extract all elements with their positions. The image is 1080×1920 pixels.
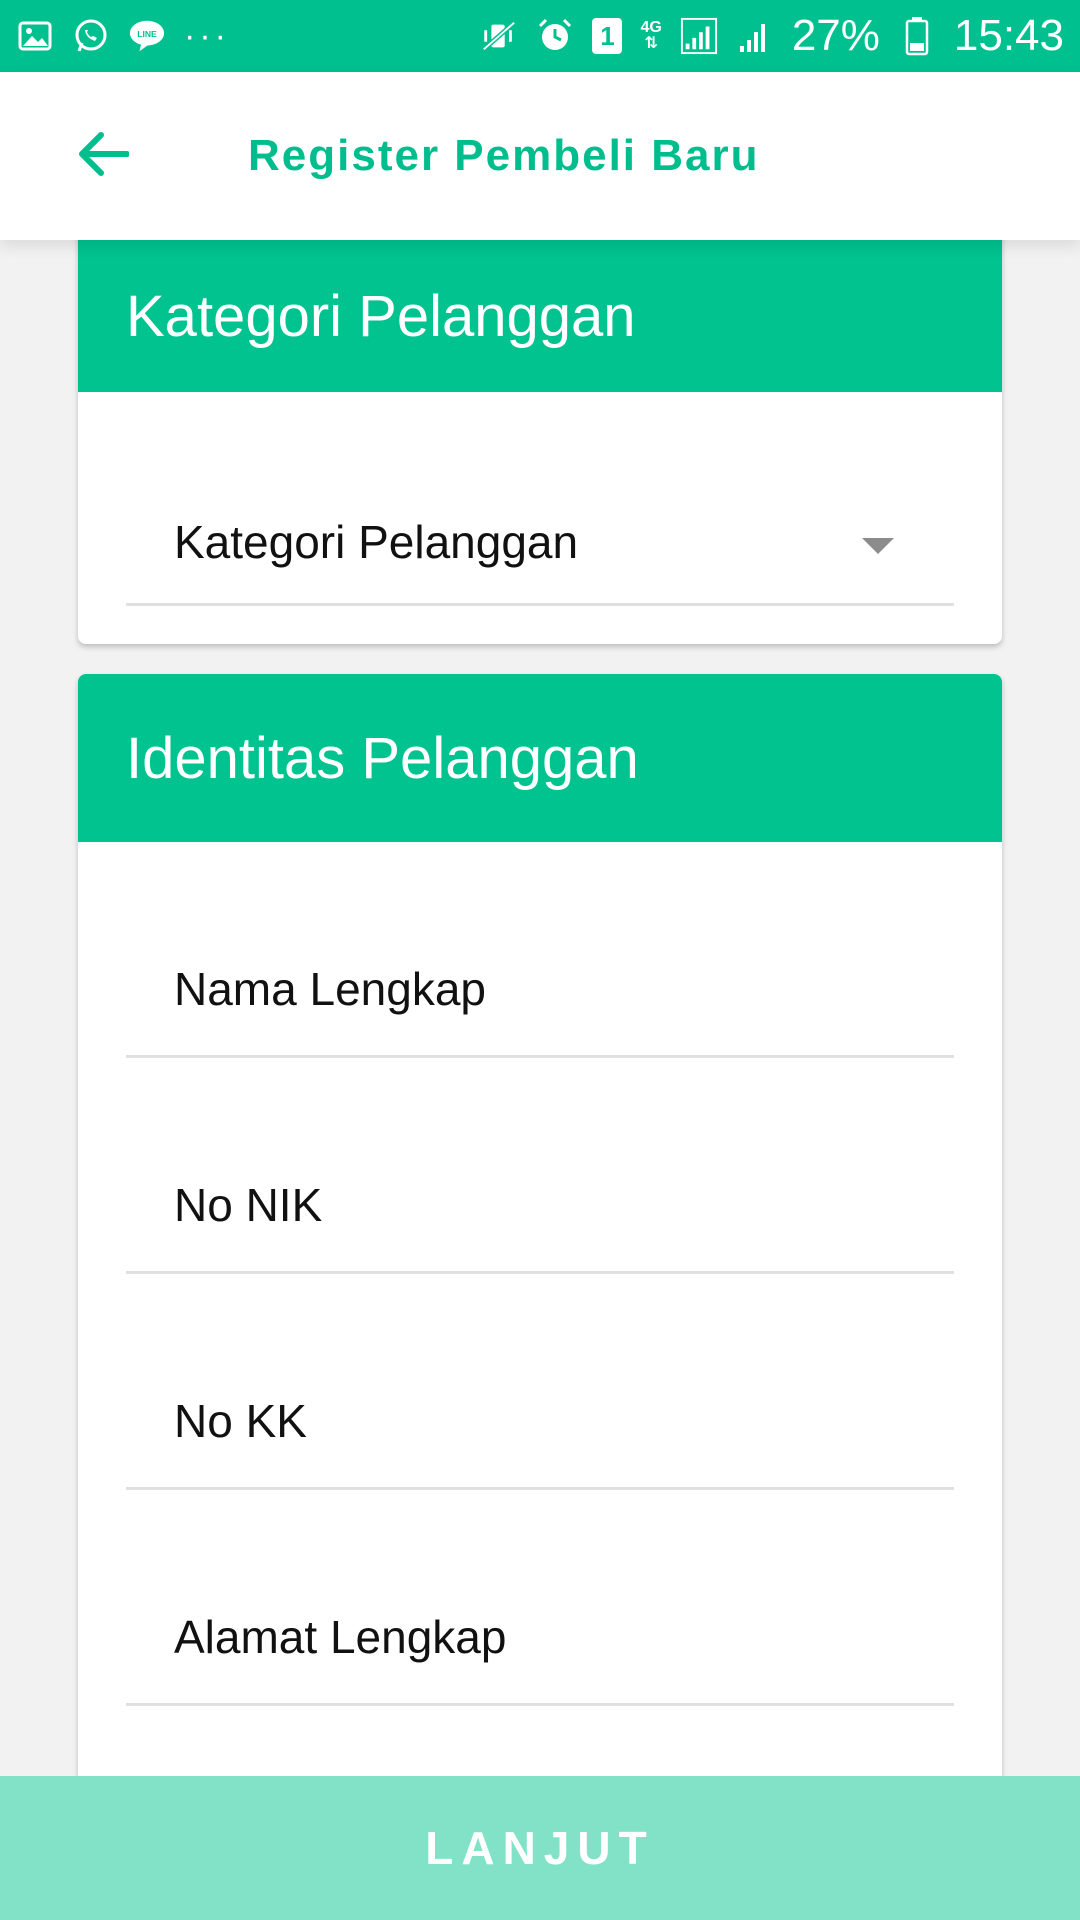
chevron-down-icon (862, 538, 894, 554)
alamat-lengkap-field[interactable]: Alamat Lengkap (126, 1490, 954, 1706)
network-type-label: 4G ⇅ (640, 19, 662, 52)
back-button[interactable] (68, 121, 138, 191)
alamat-lengkap-label: Alamat Lengkap (174, 1611, 507, 1663)
clock: 15:43 (953, 11, 1064, 60)
kategori-dropdown-label: Kategori Pelanggan (174, 516, 579, 568)
identitas-card: Identitas Pelanggan Nama Lengkap No NIK … (78, 674, 1002, 1776)
battery-percent: 27% (791, 11, 880, 60)
svg-text:LINE: LINE (137, 29, 157, 39)
gallery-icon (16, 17, 54, 55)
battery-icon (898, 17, 936, 56)
status-bar: LINE ··· 1 4G ⇅ 27% 15:43 (0, 0, 1080, 72)
nama-lengkap-label: Nama Lengkap (174, 963, 486, 1015)
signal-icon-2 (736, 17, 774, 55)
arrow-left-icon (77, 131, 130, 182)
no-nik-label: No NIK (174, 1179, 323, 1231)
kategori-dropdown[interactable]: Kategori Pelanggan (126, 392, 954, 606)
status-bar-left: LINE ··· (16, 17, 230, 55)
vibrate-mute-icon (480, 17, 518, 55)
line-icon: LINE (128, 17, 166, 55)
whatsapp-icon (72, 17, 110, 55)
signal-icon-1 (680, 17, 718, 55)
no-nik-field[interactable]: No NIK (126, 1058, 954, 1274)
more-notifications-indicator: ··· (184, 17, 230, 55)
page-title: Register Pembeli Baru (248, 131, 760, 180)
form-content[interactable]: Kategori Pelanggan Kategori Pelanggan Id… (0, 240, 1080, 1776)
nama-lengkap-field[interactable]: Nama Lengkap (126, 842, 954, 1058)
no-kk-label: No KK (174, 1395, 307, 1447)
kategori-card-title: Kategori Pelanggan (126, 283, 636, 349)
app-bar: Register Pembeli Baru (0, 72, 1080, 240)
kategori-card-header: Kategori Pelanggan (78, 240, 1002, 392)
identitas-card-header: Identitas Pelanggan (78, 674, 1002, 842)
next-button[interactable]: LANJUT (0, 1776, 1080, 1920)
status-bar-right: 1 4G ⇅ 27% 15:43 (480, 14, 1064, 58)
kategori-card: Kategori Pelanggan Kategori Pelanggan (78, 240, 1002, 644)
alarm-icon (536, 17, 574, 55)
sim-indicator: 1 (592, 18, 623, 54)
no-kk-field[interactable]: No KK (126, 1274, 954, 1490)
identitas-card-title: Identitas Pelanggan (126, 725, 639, 791)
